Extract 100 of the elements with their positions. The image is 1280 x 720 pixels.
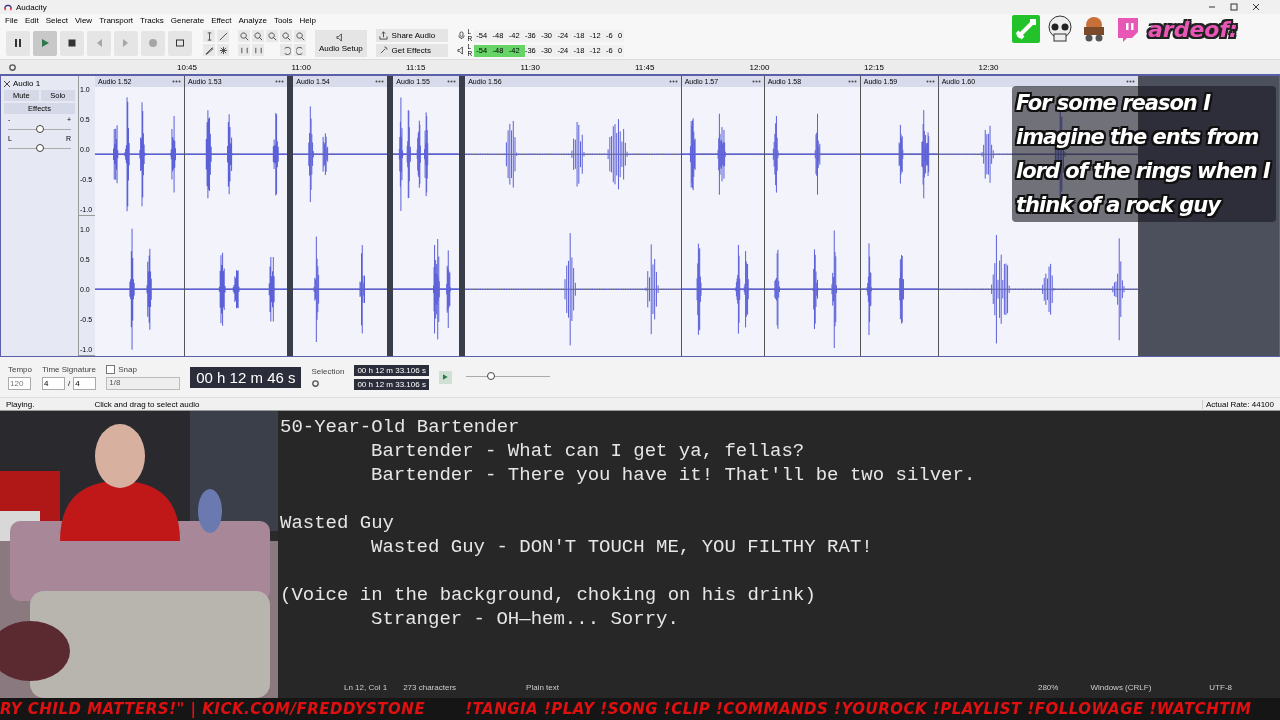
editor-status-item: Ln 12, Col 1 bbox=[344, 682, 388, 692]
stop-button[interactable] bbox=[60, 30, 84, 56]
ticker-text: RY CHILD MATTERS!" | KICK.COM/FREDDYSTONE bbox=[0, 700, 426, 718]
maximize-icon[interactable] bbox=[1230, 3, 1238, 11]
multi-tool-button[interactable] bbox=[217, 44, 229, 56]
chat-message: For some reason I imagine the ents from lord of the rings when I think of a rock guy bbox=[1012, 86, 1276, 222]
time-signature-field[interactable]: 4 bbox=[42, 376, 65, 390]
asterisk-icon bbox=[218, 45, 228, 55]
play-icon bbox=[441, 373, 450, 381]
more-icon[interactable] bbox=[925, 80, 935, 83]
more-icon[interactable] bbox=[375, 80, 385, 83]
dialogue-line: Stranger - OH—hem... Sorry. bbox=[371, 607, 679, 631]
play-at-speed-button[interactable] bbox=[438, 370, 452, 384]
ruler-label: 11:00 bbox=[291, 62, 311, 72]
time-signature-label: Time Signature bbox=[42, 364, 97, 374]
menu-item[interactable]: Tools bbox=[273, 16, 293, 25]
sample-rate-text: Actual Rate: 44100 bbox=[1201, 399, 1274, 409]
menu-item[interactable]: Analyze bbox=[238, 16, 267, 25]
audio-setup-button[interactable]: Audio Setup bbox=[315, 29, 367, 57]
editor-status-item: 273 characters bbox=[403, 682, 457, 692]
menu-item[interactable]: Help bbox=[299, 16, 317, 25]
settings-icon[interactable] bbox=[8, 62, 17, 72]
pause-button[interactable] bbox=[6, 30, 30, 56]
menu-item[interactable]: Tracks bbox=[140, 16, 164, 25]
menu-item[interactable]: View bbox=[74, 16, 93, 25]
stop-icon bbox=[66, 37, 78, 49]
ruler-label: 10:45 bbox=[177, 62, 198, 72]
selection-label: Selection bbox=[311, 366, 345, 376]
more-icon[interactable] bbox=[447, 80, 457, 83]
ruler-label: 11:30 bbox=[520, 62, 540, 72]
ruler-label: 12:15 bbox=[864, 62, 885, 72]
ruler-label: 12:00 bbox=[749, 62, 770, 72]
draw-tool-button[interactable] bbox=[203, 44, 215, 56]
chat-username: ardeof: bbox=[1148, 16, 1238, 42]
share-audio-button[interactable]: Share Audio bbox=[375, 29, 448, 42]
editor-status-item: Plain text bbox=[526, 682, 559, 692]
edit-button[interactable] bbox=[280, 44, 292, 56]
pencil-icon bbox=[204, 45, 214, 55]
more-icon[interactable] bbox=[172, 80, 182, 83]
play-icon bbox=[39, 37, 51, 49]
close-icon[interactable] bbox=[1252, 3, 1260, 11]
selection-end-field[interactable]: 00 h 12 m 33.106 s bbox=[354, 378, 429, 390]
speaker-icon bbox=[456, 46, 466, 55]
menu-item[interactable]: Select bbox=[45, 16, 68, 25]
slider-thumb[interactable] bbox=[35, 144, 44, 152]
select-tool-button[interactable] bbox=[203, 30, 215, 42]
editor-status-item: UTF-8 bbox=[1209, 682, 1232, 692]
slider-thumb[interactable] bbox=[487, 372, 496, 380]
gain-slider[interactable] bbox=[8, 125, 71, 133]
circle-icon bbox=[147, 37, 159, 49]
pause-icon bbox=[12, 37, 24, 49]
status-hint: Click and drag to select audio bbox=[94, 399, 200, 409]
square-icon bbox=[174, 37, 186, 49]
time-display[interactable]: 00 h 12 m 46 s bbox=[190, 366, 302, 388]
menu-item[interactable]: Effect bbox=[211, 16, 232, 25]
loop-button[interactable] bbox=[168, 30, 192, 56]
ruler-label: 12:30 bbox=[978, 62, 999, 72]
close-icon[interactable] bbox=[4, 80, 10, 87]
separator-text: / bbox=[68, 378, 71, 388]
get-effects-button[interactable]: Get Effects bbox=[375, 44, 448, 57]
menu-item[interactable]: Transport bbox=[99, 16, 134, 25]
snap-dropdown[interactable]: 1/8 bbox=[106, 376, 181, 390]
undo-icon bbox=[281, 45, 291, 55]
ticker-text: !TANGIA !PLAY !SONG !CLIP !COMMANDS !YOUROCK !PLAYLIST !FOLLOWAGE !WATCHTIM bbox=[465, 700, 1252, 718]
more-icon[interactable] bbox=[275, 80, 285, 83]
settings-icon[interactable] bbox=[311, 378, 321, 388]
dialogue-line: Wasted Guy - DON'T TOUCH ME, YOU FILTHY RAT! bbox=[371, 535, 873, 559]
editor-status-item: 280% bbox=[1037, 682, 1059, 692]
dialogue-line: Bartender - There you have it! That'll be two silver. bbox=[371, 463, 976, 487]
snap-label: Snap bbox=[118, 364, 137, 374]
heading-line: (Voice in the background, choking on his drink) bbox=[280, 583, 816, 607]
ruler-label: 11:15 bbox=[406, 62, 426, 72]
heading-line: 50-Year-Old Bartender bbox=[280, 415, 520, 439]
more-icon[interactable] bbox=[1126, 80, 1135, 83]
menu-item[interactable]: Edit bbox=[24, 16, 39, 25]
menu-item[interactable]: File bbox=[5, 16, 18, 25]
track-name[interactable]: Audio 1 bbox=[13, 79, 41, 88]
tempo-label: Tempo bbox=[8, 364, 32, 374]
tempo-field[interactable]: 120 bbox=[8, 376, 31, 390]
heading-line: Wasted Guy bbox=[280, 511, 395, 535]
window-title: Audacity bbox=[16, 2, 47, 12]
redo-icon bbox=[295, 45, 305, 55]
pan-slider[interactable] bbox=[8, 144, 71, 152]
status-text: Playing. bbox=[6, 399, 35, 409]
dialogue-line: Bartender - What can I get ya, fellas? bbox=[371, 439, 805, 463]
menu-item[interactable]: Generate bbox=[170, 16, 205, 25]
edit-button[interactable] bbox=[294, 44, 306, 56]
snap-checkbox[interactable] bbox=[106, 364, 116, 374]
more-icon[interactable] bbox=[751, 80, 761, 83]
slider-thumb[interactable] bbox=[35, 125, 44, 133]
time-signature-field[interactable]: 4 bbox=[73, 376, 97, 390]
more-icon[interactable] bbox=[668, 80, 678, 83]
minimize-icon[interactable] bbox=[1208, 3, 1216, 11]
play-button[interactable] bbox=[33, 30, 57, 56]
selection-start-field[interactable]: 00 h 12 m 33.106 s bbox=[354, 364, 429, 376]
editor-status-item: Windows (CRLF) bbox=[1090, 682, 1152, 692]
upload-icon bbox=[378, 31, 388, 40]
more-icon[interactable] bbox=[847, 80, 857, 83]
microphone-icon bbox=[456, 31, 466, 40]
speed-slider[interactable] bbox=[465, 372, 550, 382]
